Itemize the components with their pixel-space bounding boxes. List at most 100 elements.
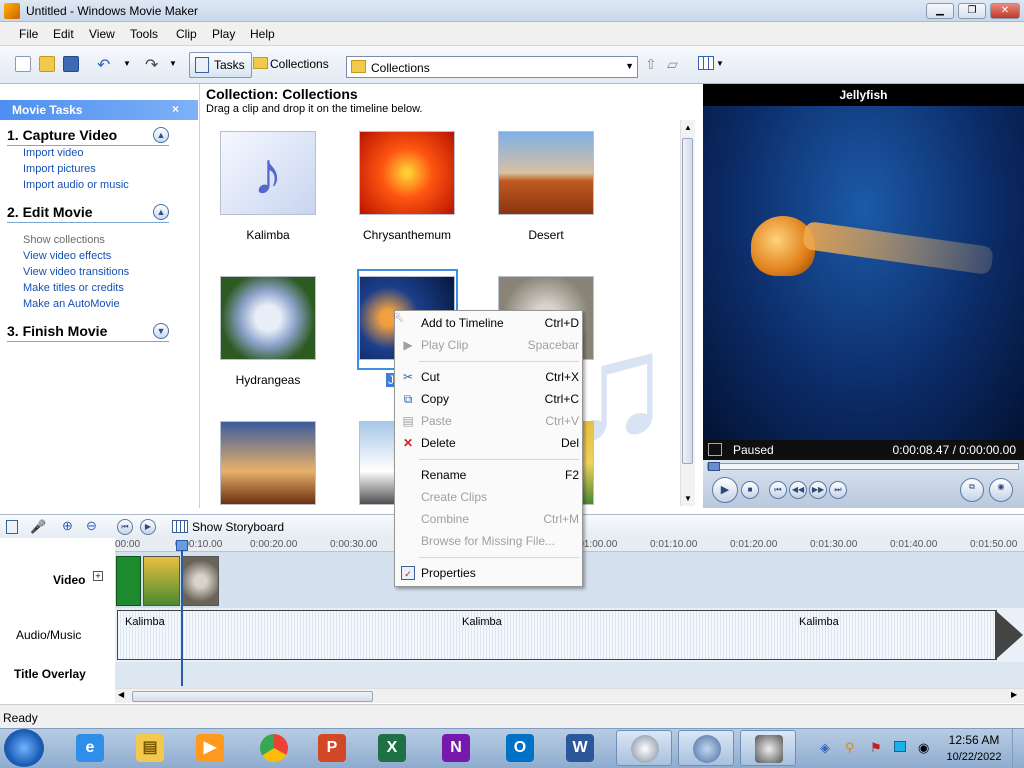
link-video-effects[interactable]: View video effects <box>23 250 111 262</box>
tray-search-icon[interactable]: ⚲ <box>845 740 855 756</box>
tray-date[interactable]: 10/22/2022 <box>940 751 1008 763</box>
undo-dropdown-icon[interactable]: ▼ <box>123 59 131 68</box>
menu-view[interactable]: View <box>89 27 115 41</box>
section-capture-video[interactable]: 1. Capture Video <box>7 127 169 146</box>
seek-bar[interactable] <box>707 463 1019 470</box>
title-overlay-track[interactable] <box>115 662 1024 686</box>
show-storyboard-button[interactable]: Show Storyboard <box>192 520 284 534</box>
redo-dropdown-icon[interactable]: ▼ <box>169 59 177 68</box>
menu-file[interactable]: File <box>19 27 38 41</box>
taskbar-onenote[interactable]: N <box>428 730 484 766</box>
scroll-left-icon[interactable]: ◀ <box>118 690 124 699</box>
tray-volume-icon[interactable]: ◉ <box>918 740 929 756</box>
link-import-pictures[interactable]: Import pictures <box>23 163 96 175</box>
menu-play[interactable]: Play <box>212 27 235 41</box>
taskbar-excel[interactable]: X <box>364 730 420 766</box>
maximize-button[interactable]: ❐ <box>958 3 986 19</box>
new-project-icon[interactable] <box>15 56 31 72</box>
close-tasks-icon[interactable]: × <box>172 102 179 116</box>
menu-item-delete[interactable]: ✕ Delete Del <box>395 432 582 454</box>
clip-label-chrysanthemum[interactable]: Chrysanthemum <box>337 228 477 242</box>
set-audio-levels-icon[interactable] <box>6 520 18 534</box>
clip-thumb-hydrangeas[interactable] <box>220 276 316 360</box>
collapse-edit-icon[interactable]: ▲ <box>153 204 169 220</box>
taskbar-app[interactable] <box>678 730 734 766</box>
menu-item-properties[interactable]: ✓ Properties <box>395 562 582 584</box>
close-button[interactable]: ✕ <box>990 3 1020 19</box>
taskbar-chrome[interactable] <box>246 730 302 766</box>
clip-thumb-kalimba[interactable]: ♪ <box>220 131 316 215</box>
collection-scroll-thumb[interactable] <box>682 138 693 464</box>
tray-flag-icon[interactable]: ⚑ <box>870 740 882 756</box>
audio-clip[interactable] <box>117 610 997 660</box>
menu-tools[interactable]: Tools <box>130 27 158 41</box>
taskbar-media-player[interactable]: ▶ <box>182 730 238 766</box>
video-clip[interactable] <box>143 556 180 606</box>
tray-monitor-icon[interactable] <box>894 741 906 752</box>
taskbar-word[interactable]: W <box>552 730 608 766</box>
clip-label-hydrangeas[interactable]: Hydrangeas <box>198 373 338 387</box>
menu-item-copy[interactable]: ⧉ Copy Ctrl+C <box>395 388 582 410</box>
next-frame-icon[interactable]: ⏭ <box>829 481 847 499</box>
video-clip[interactable] <box>116 556 141 606</box>
menu-item-add-to-timeline[interactable]: Add to Timeline Ctrl+D <box>395 312 582 334</box>
taskbar-file-explorer[interactable]: ▤ <box>122 730 178 766</box>
stop-icon[interactable]: ■ <box>741 481 759 499</box>
tray-time[interactable]: 12:56 AM <box>944 733 1004 747</box>
clip-thumb-lighthouse[interactable] <box>220 421 316 505</box>
open-project-icon[interactable] <box>39 56 55 72</box>
rewind-timeline-icon[interactable]: ⏮ <box>117 519 133 535</box>
clip-thumb-desert[interactable] <box>498 131 594 215</box>
menu-item-rename[interactable]: Rename F2 <box>395 464 582 486</box>
scroll-right-icon[interactable]: ▶ <box>1011 690 1017 699</box>
expand-video-track-icon[interactable]: + <box>93 571 103 581</box>
link-automovie[interactable]: Make an AutoMovie <box>23 298 120 310</box>
link-import-video[interactable]: Import video <box>23 147 84 159</box>
views-icon[interactable] <box>698 56 714 70</box>
section-edit-movie[interactable]: 2. Edit Movie <box>7 204 169 223</box>
collections-button[interactable]: Collections <box>250 52 335 78</box>
collapse-capture-icon[interactable]: ▲ <box>153 127 169 143</box>
rewind-icon[interactable]: ◀◀ <box>789 481 807 499</box>
new-collection-folder-icon[interactable]: ▱ <box>667 56 678 73</box>
taskbar-internet-explorer[interactable]: e <box>62 730 118 766</box>
menu-help[interactable]: Help <box>250 27 275 41</box>
playhead-handle[interactable] <box>176 540 188 551</box>
tray-network-icon[interactable]: ◈ <box>820 740 830 756</box>
play-timeline-icon[interactable]: ▶ <box>140 519 156 535</box>
scroll-up-icon[interactable]: ▲ <box>684 123 692 132</box>
previous-frame-icon[interactable]: ⏮ <box>769 481 787 499</box>
split-icon[interactable] <box>708 443 722 456</box>
play-icon[interactable]: ▶ <box>712 477 738 503</box>
tasks-button[interactable]: Tasks <box>189 52 252 78</box>
save-project-icon[interactable] <box>63 56 79 72</box>
clip-label-desert[interactable]: Desert <box>476 228 616 242</box>
taskbar-app[interactable] <box>616 730 672 766</box>
menu-clip[interactable]: Clip <box>176 27 197 41</box>
take-picture-icon[interactable]: ◉ <box>989 478 1013 502</box>
start-button[interactable] <box>4 729 44 767</box>
fast-forward-icon[interactable]: ▶▶ <box>809 481 827 499</box>
views-dropdown-icon[interactable]: ▼ <box>716 59 724 68</box>
video-clip[interactable] <box>182 556 219 606</box>
clip-label-kalimba[interactable]: Kalimba <box>198 228 338 242</box>
show-desktop-button[interactable] <box>1012 729 1024 768</box>
scroll-down-icon[interactable]: ▼ <box>684 494 692 503</box>
link-video-transitions[interactable]: View video transitions <box>23 266 129 278</box>
taskbar-outlook[interactable]: O <box>492 730 548 766</box>
narrate-timeline-icon[interactable]: 🎤 <box>30 519 46 535</box>
playhead[interactable] <box>181 540 183 686</box>
seek-thumb[interactable] <box>708 462 720 471</box>
menu-item-cut[interactable]: ✂ Cut Ctrl+X <box>395 366 582 388</box>
link-titles-credits[interactable]: Make titles or credits <box>23 282 124 294</box>
zoom-out-icon[interactable]: ⊖ <box>86 518 97 534</box>
clip-thumb-chrysanthemum[interactable] <box>359 131 455 215</box>
audio-track[interactable]: Kalimba Kalimba Kalimba <box>115 608 1024 662</box>
menu-edit[interactable]: Edit <box>53 27 74 41</box>
undo-icon[interactable]: ↶ <box>97 55 110 75</box>
taskbar-movie-maker[interactable] <box>740 730 796 766</box>
split-clip-icon[interactable]: ⧉ <box>960 478 984 502</box>
zoom-in-icon[interactable]: ⊕ <box>62 518 73 534</box>
link-import-audio[interactable]: Import audio or music <box>23 179 129 191</box>
collection-dropdown[interactable]: Collections ▼ <box>346 56 638 78</box>
